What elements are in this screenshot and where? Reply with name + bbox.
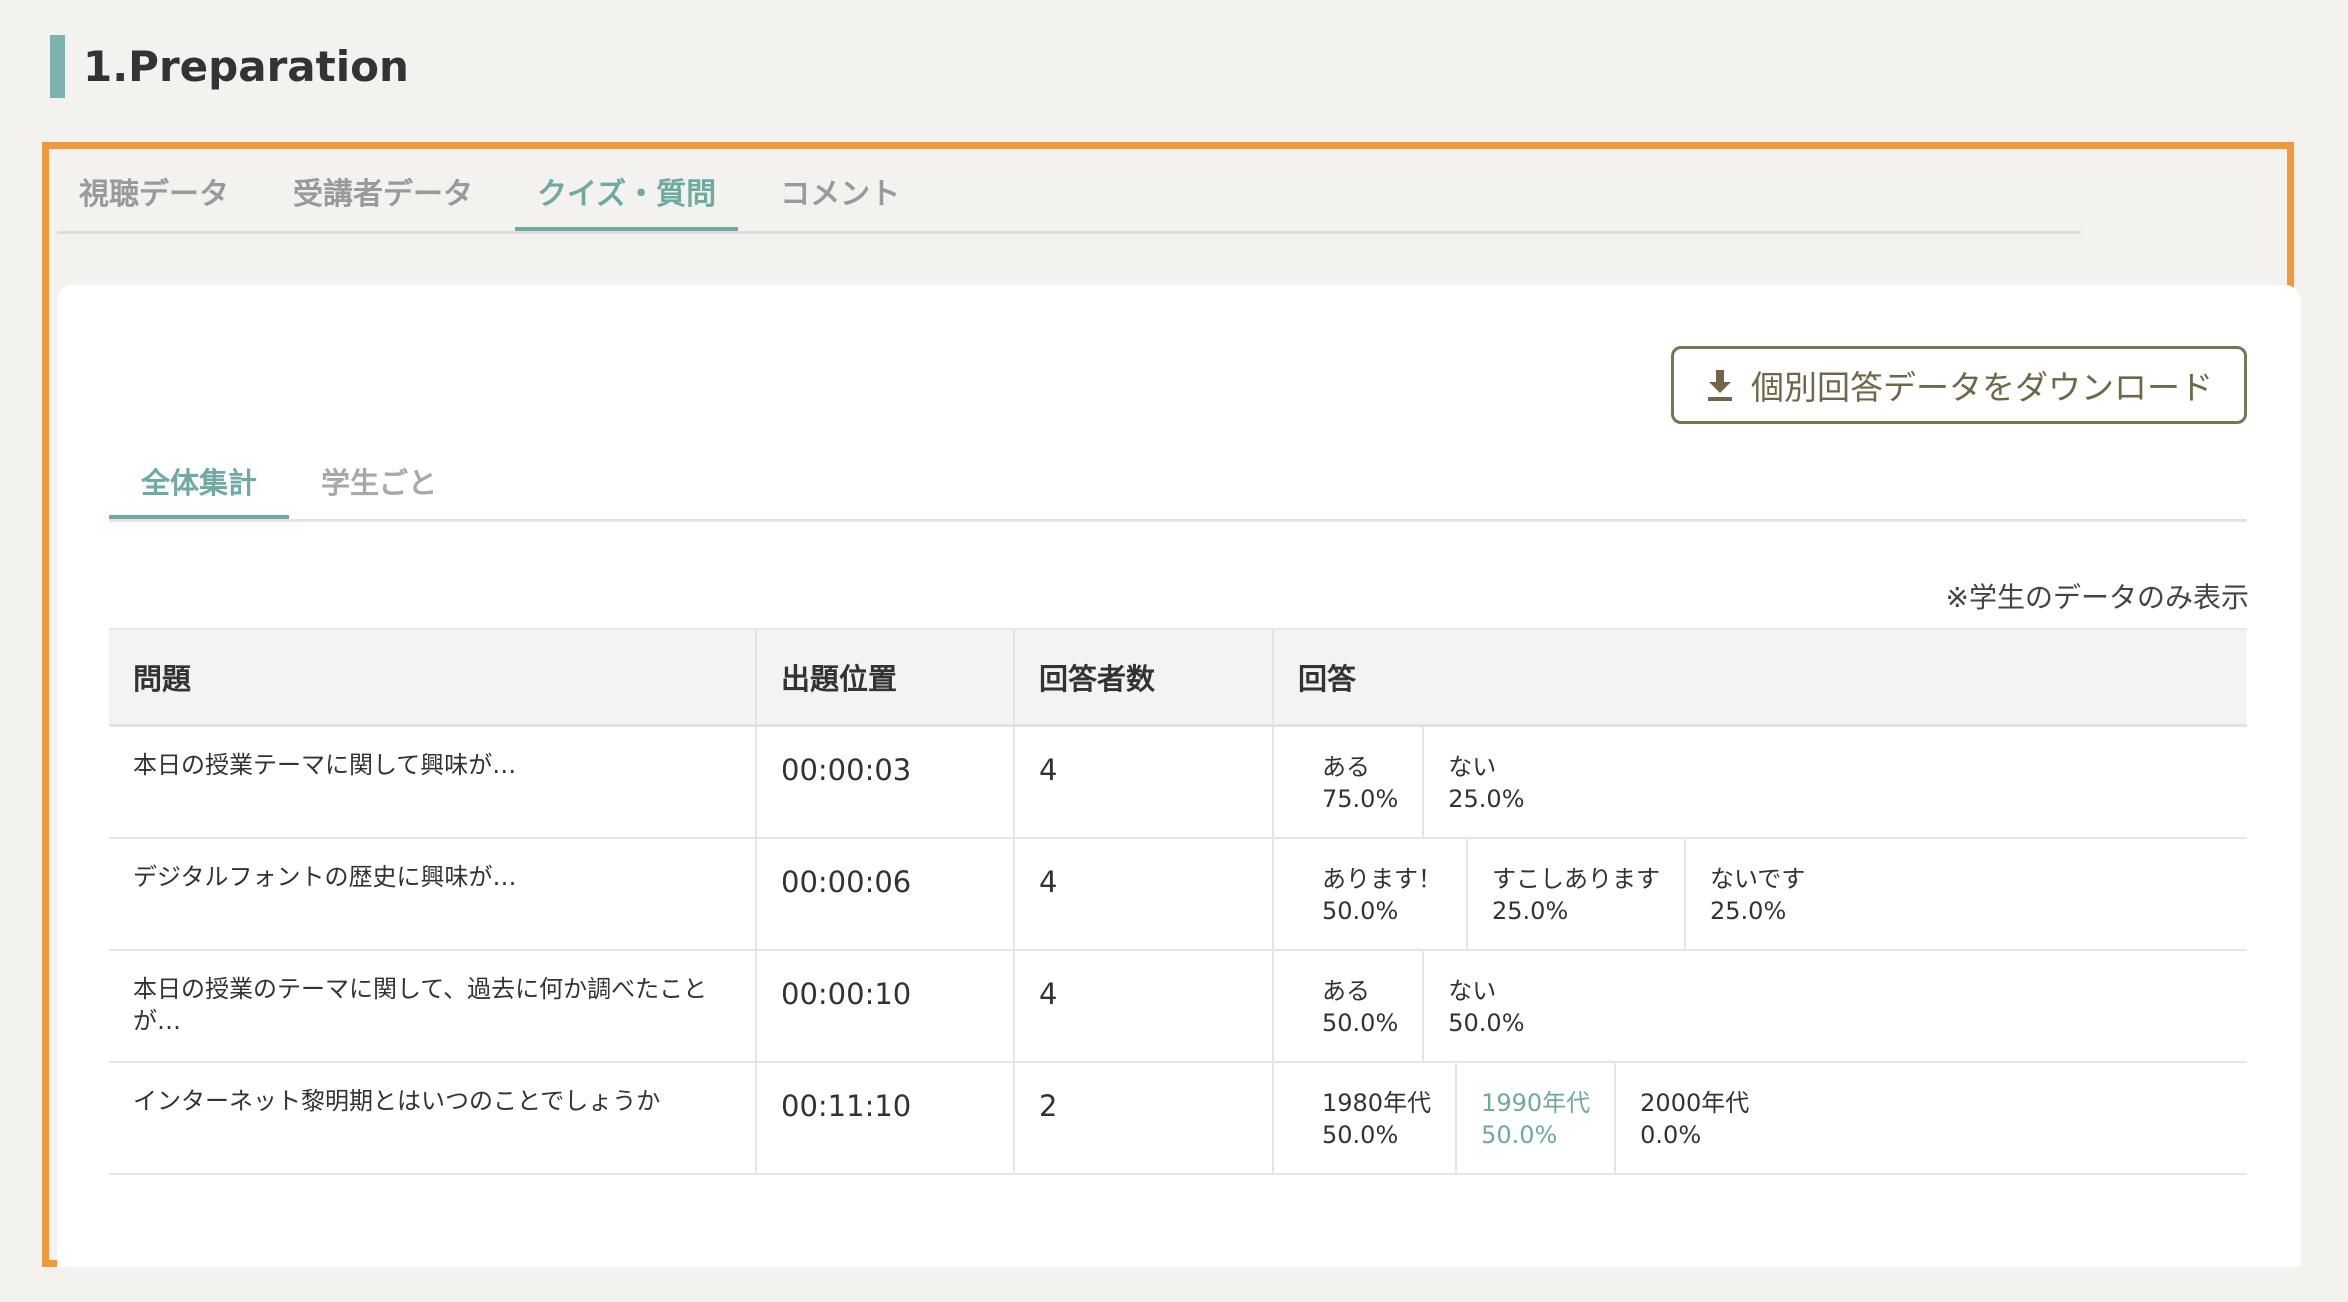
subtab-per-student[interactable]: 学生ごと xyxy=(289,443,469,519)
tab-comments[interactable]: コメント xyxy=(758,149,922,231)
answer-option: ある 50.0% xyxy=(1298,951,1422,1061)
answer-option-correct: 1990年代 50.0% xyxy=(1455,1063,1614,1173)
answer-percentage: 25.0% xyxy=(1492,897,1569,925)
answer-percentage: 50.0% xyxy=(1322,897,1399,925)
highlight-frame: 視聴データ 受講者データ クイズ・質問 コメント 個別回答データをダウンロード … xyxy=(42,142,2301,1267)
question-text: 本日の授業のテーマに関して、過去に何か調べたことが… xyxy=(133,975,708,1035)
tab-student-data[interactable]: 受講者データ xyxy=(271,149,495,231)
question-text: 本日の授業テーマに関して興味が… xyxy=(133,751,517,779)
table-row: インターネット黎明期とはいつのことでしょうか 00:11:10 2 1980年代… xyxy=(109,1062,2247,1175)
answer-label: ある xyxy=(1322,753,1370,781)
answer-list: 1980年代 50.0% 1990年代 50.0% 2000年代 0.0% xyxy=(1298,1063,2223,1173)
main-tabs: 視聴データ 受講者データ クイズ・質問 コメント xyxy=(57,149,2081,234)
download-individual-answers-button[interactable]: 個別回答データをダウンロード xyxy=(1671,346,2247,424)
sub-tabs: 全体集計 学生ごと xyxy=(109,443,2247,522)
answer-label: ある xyxy=(1322,977,1370,1005)
respondent-count: 4 xyxy=(1039,977,1058,1011)
answer-option: あります！ 50.0% xyxy=(1298,839,1466,949)
answer-percentage: 50.0% xyxy=(1448,1009,1525,1037)
tab-viewing-data[interactable]: 視聴データ xyxy=(57,149,251,231)
question-position: 00:00:10 xyxy=(781,977,912,1011)
answer-list: ある 75.0% ない 25.0% xyxy=(1298,727,2223,837)
question-position: 00:11:10 xyxy=(781,1089,912,1123)
answer-label: すこしあります xyxy=(1492,865,1660,893)
download-icon xyxy=(1705,368,1735,402)
respondent-count: 4 xyxy=(1039,865,1058,899)
answer-option: ない 25.0% xyxy=(1422,727,1548,837)
respondent-count: 4 xyxy=(1039,753,1058,787)
answer-label: 2000年代 xyxy=(1640,1089,1750,1117)
answer-option: ない 50.0% xyxy=(1422,951,1548,1061)
students-only-note: ※学生のデータのみ表示 xyxy=(1945,581,2249,614)
answer-percentage: 50.0% xyxy=(1322,1009,1399,1037)
question-text: インターネット黎明期とはいつのことでしょうか xyxy=(133,1087,661,1115)
header-answers: 回答 xyxy=(1272,628,2247,727)
answer-percentage: 50.0% xyxy=(1322,1121,1399,1149)
header-respondents: 回答者数 xyxy=(1013,628,1273,727)
answer-label: 1980年代 xyxy=(1322,1089,1432,1117)
answer-percentage: 25.0% xyxy=(1710,897,1787,925)
answer-option: すこしあります 25.0% xyxy=(1466,839,1684,949)
answer-percentage: 50.0% xyxy=(1481,1121,1558,1149)
table-row: 本日の授業のテーマに関して、過去に何か調べたことが… 00:00:10 4 ある… xyxy=(109,950,2247,1063)
table-header-row: 問題 出題位置 回答者数 回答 xyxy=(109,628,2247,727)
answer-percentage: 0.0% xyxy=(1640,1121,1702,1149)
quiz-summary-table: 問題 出題位置 回答者数 回答 本日の授業テーマに関して興味が… 00:00:0… xyxy=(109,628,2247,1175)
answer-label: 1990年代 xyxy=(1481,1089,1591,1117)
question-position: 00:00:06 xyxy=(781,865,912,899)
table-row: 本日の授業テーマに関して興味が… 00:00:03 4 ある 75.0% ない … xyxy=(109,725,2247,839)
header-question: 問題 xyxy=(109,628,756,727)
answer-label: あります！ xyxy=(1322,865,1442,893)
answer-list: ある 50.0% ない 50.0% xyxy=(1298,951,2223,1061)
answer-option: 2000年代 0.0% xyxy=(1614,1063,1773,1173)
question-text: デジタルフォントの歴史に興味が… xyxy=(133,863,517,891)
tab-quiz-questions[interactable]: クイズ・質問 xyxy=(515,149,739,231)
answer-percentage: 25.0% xyxy=(1448,785,1525,813)
title-accent-bar xyxy=(50,34,65,98)
answer-label: ない xyxy=(1448,753,1497,781)
respondent-count: 2 xyxy=(1039,1089,1058,1123)
answer-label: ないです xyxy=(1710,865,1806,893)
answer-option: ある 75.0% xyxy=(1298,727,1422,837)
table-row: デジタルフォントの歴史に興味が… 00:00:06 4 あります！ 50.0% … xyxy=(109,838,2247,951)
content-card: 個別回答データをダウンロード 全体集計 学生ごと ※学生のデータのみ表示 問題 … xyxy=(57,285,2301,1267)
answer-percentage: 75.0% xyxy=(1322,785,1399,813)
subtab-overall-summary[interactable]: 全体集計 xyxy=(109,443,290,519)
page-title: 1.Preparation xyxy=(50,34,409,98)
download-button-label: 個別回答データをダウンロード xyxy=(1751,368,2213,407)
question-position: 00:00:03 xyxy=(781,753,912,787)
answer-list: あります！ 50.0% すこしあります 25.0% ないです 25.0% xyxy=(1298,839,2223,949)
section-title: 1.Preparation xyxy=(83,41,409,91)
answer-option: 1980年代 50.0% xyxy=(1298,1063,1455,1173)
answer-label: ない xyxy=(1448,977,1497,1005)
answer-option: ないです 25.0% xyxy=(1684,839,1829,949)
header-position: 出題位置 xyxy=(755,628,1014,727)
